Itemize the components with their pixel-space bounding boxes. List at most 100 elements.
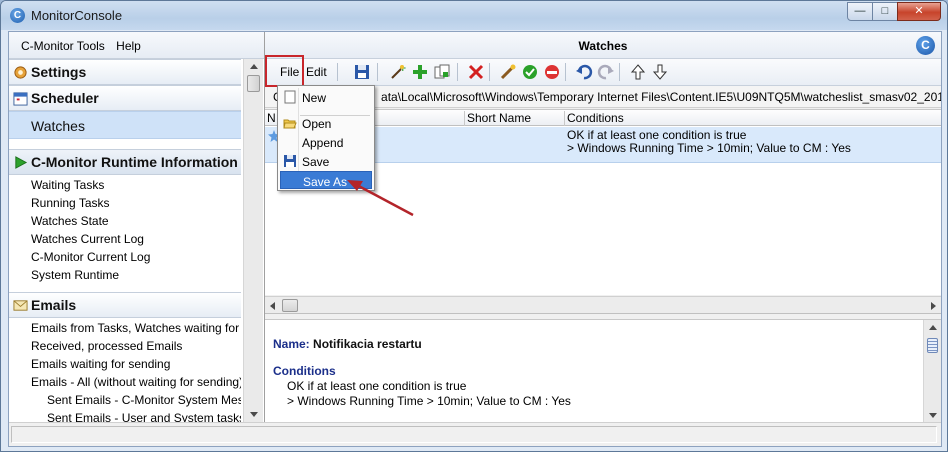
left-pane: C-Monitor Tools Help Settings Scheduler …	[9, 32, 265, 422]
cmonitor-logo-icon: C	[916, 36, 935, 55]
maximize-button[interactable]: □	[872, 2, 898, 21]
toolbar: File Edit +	[265, 59, 941, 86]
toolbar-separator	[489, 63, 490, 81]
menu-cmonitor-tools[interactable]: C-Monitor Tools	[21, 39, 105, 53]
client-area: C-Monitor Tools Help Settings Scheduler …	[8, 31, 942, 447]
arrow-down-icon[interactable]	[651, 63, 669, 81]
undo-icon[interactable]	[575, 63, 593, 81]
nav-group-label: Emails	[31, 297, 77, 313]
toolbar-separator	[565, 63, 566, 81]
save-icon[interactable]	[353, 63, 371, 81]
calendar-icon	[13, 92, 28, 106]
nav-item-system-runtime[interactable]: System Runtime	[9, 265, 241, 283]
toolbar-separator	[337, 63, 338, 81]
minimize-button[interactable]: —	[847, 2, 873, 21]
redo-icon[interactable]	[597, 63, 615, 81]
edit-properties-icon[interactable]	[499, 63, 517, 81]
nav-group-runtime-info[interactable]: C-Monitor Runtime Information	[9, 149, 241, 175]
left-vertical-scrollbar[interactable]	[243, 59, 263, 422]
copy-icon[interactable]	[433, 63, 451, 81]
scroll-down-icon[interactable]	[929, 413, 937, 418]
arrow-up-icon[interactable]	[629, 63, 647, 81]
add-icon[interactable]	[411, 63, 429, 81]
nav-item-running-tasks[interactable]: Running Tasks	[9, 193, 241, 211]
app-window: C MonitorConsole — □ ✕ C-Monitor Tools H…	[0, 0, 948, 452]
nav-group-settings[interactable]: Settings	[9, 59, 241, 85]
toolbar-separator	[619, 63, 620, 81]
detail-vertical-scrollbar[interactable]	[923, 320, 941, 423]
disable-icon[interactable]	[543, 63, 561, 81]
detail-condition-line: > Windows Running Time > 10min; Value to…	[287, 394, 571, 408]
nav-group-label: Scheduler	[31, 90, 99, 106]
nav-group-watches[interactable]: Watches	[9, 111, 241, 139]
nav-item-emails-waiting-sending[interactable]: Emails waiting for sending	[9, 354, 241, 372]
detail-name-value: Notifikacia restartu	[313, 337, 422, 351]
navigation-list: Settings Scheduler Watches C-Monitor Run…	[9, 59, 241, 422]
pane-title: Watches C	[265, 32, 941, 59]
nav-item-emails-received[interactable]: Received, processed Emails	[9, 336, 241, 354]
nav-group-label: Settings	[31, 64, 87, 80]
menu-item-open[interactable]: Open	[280, 114, 372, 132]
nav-group-scheduler[interactable]: Scheduler	[9, 85, 241, 111]
file-path-text: ata\Local\Microsoft\Windows\Temporary In…	[381, 90, 941, 104]
wizard-icon[interactable]: +	[389, 63, 407, 81]
nav-item-sent-system[interactable]: Sent Emails - C-Monitor System Message	[9, 390, 241, 408]
nav-item-emails-waiting[interactable]: Emails from Tasks, Watches waiting for s…	[9, 318, 241, 336]
toolbar-separator	[377, 63, 378, 81]
scroll-thumb[interactable]	[247, 75, 260, 92]
floppy-icon	[284, 155, 296, 167]
window-controls: — □ ✕	[847, 2, 941, 21]
scroll-left-icon[interactable]	[270, 302, 275, 310]
pane-title-text: Watches	[578, 39, 628, 53]
detail-name-line: Name: Notifikacia restartu	[273, 337, 422, 351]
menu-item-append[interactable]: Append	[280, 133, 372, 151]
toolbar-separator	[457, 63, 458, 81]
grid-horizontal-scrollbar[interactable]	[265, 296, 941, 314]
envelope-icon	[13, 300, 28, 311]
scroll-thumb[interactable]	[282, 299, 298, 312]
scroll-up-icon[interactable]	[929, 325, 937, 330]
delete-icon[interactable]	[467, 63, 485, 81]
menu-item-new[interactable]: New	[280, 88, 372, 106]
menu-item-label: New	[302, 91, 327, 105]
row-conditions: OK if at least one condition is true > W…	[567, 129, 851, 155]
window-title: MonitorConsole	[31, 8, 123, 23]
condition-line: > Windows Running Time > 10min; Value to…	[567, 141, 851, 155]
play-icon	[15, 156, 28, 169]
left-menubar: C-Monitor Tools Help	[9, 32, 264, 59]
detail-conditions-title: Conditions	[273, 364, 336, 378]
menu-item-label: Save As	[303, 175, 348, 189]
edit-menu-button[interactable]: Edit	[306, 62, 327, 82]
annotation-highlight-box	[265, 55, 304, 87]
nav-item-watches-state[interactable]: Watches State	[9, 211, 241, 229]
detail-name-key: Name:	[273, 337, 310, 351]
menu-help[interactable]: Help	[116, 39, 141, 53]
enable-icon[interactable]	[521, 63, 539, 81]
title-bar: C MonitorConsole — □ ✕	[1, 1, 947, 30]
app-logo-icon: C	[10, 8, 25, 23]
menu-item-label: Open	[302, 117, 332, 131]
nav-group-label: C-Monitor Runtime Information	[31, 154, 238, 170]
scroll-down-icon[interactable]	[250, 412, 258, 417]
status-bar	[9, 422, 941, 446]
status-field	[11, 426, 937, 443]
nav-item-watches-current-log[interactable]: Watches Current Log	[9, 229, 241, 247]
nav-item-emails-all[interactable]: Emails - All (without waiting for sendin…	[9, 372, 241, 390]
nav-item-waiting-tasks[interactable]: Waiting Tasks	[9, 175, 241, 193]
menu-item-save[interactable]: Save	[280, 152, 372, 170]
column-header-short-name[interactable]: Short Name	[465, 111, 565, 126]
nav-group-emails[interactable]: Emails	[9, 292, 241, 318]
column-header-conditions[interactable]: Conditions	[565, 111, 941, 126]
detail-panel: Name: Notifikacia restartu Conditions OK…	[265, 319, 941, 423]
menu-item-label: Append	[302, 136, 344, 150]
scroll-up-icon[interactable]	[250, 64, 258, 69]
detail-condition-line: OK if at least one condition is true	[287, 379, 467, 393]
nav-group-label: Watches	[31, 118, 85, 134]
close-button[interactable]: ✕	[897, 2, 941, 21]
menu-item-label: Save	[302, 155, 330, 169]
nav-item-cmonitor-current-log[interactable]: C-Monitor Current Log	[9, 247, 241, 265]
scroll-right-icon[interactable]	[931, 302, 936, 310]
scroll-thumb[interactable]	[927, 338, 938, 353]
nav-item-sent-user[interactable]: Sent Emails - User and System tasks Res	[9, 408, 241, 422]
annotation-arrow-icon	[347, 180, 414, 217]
